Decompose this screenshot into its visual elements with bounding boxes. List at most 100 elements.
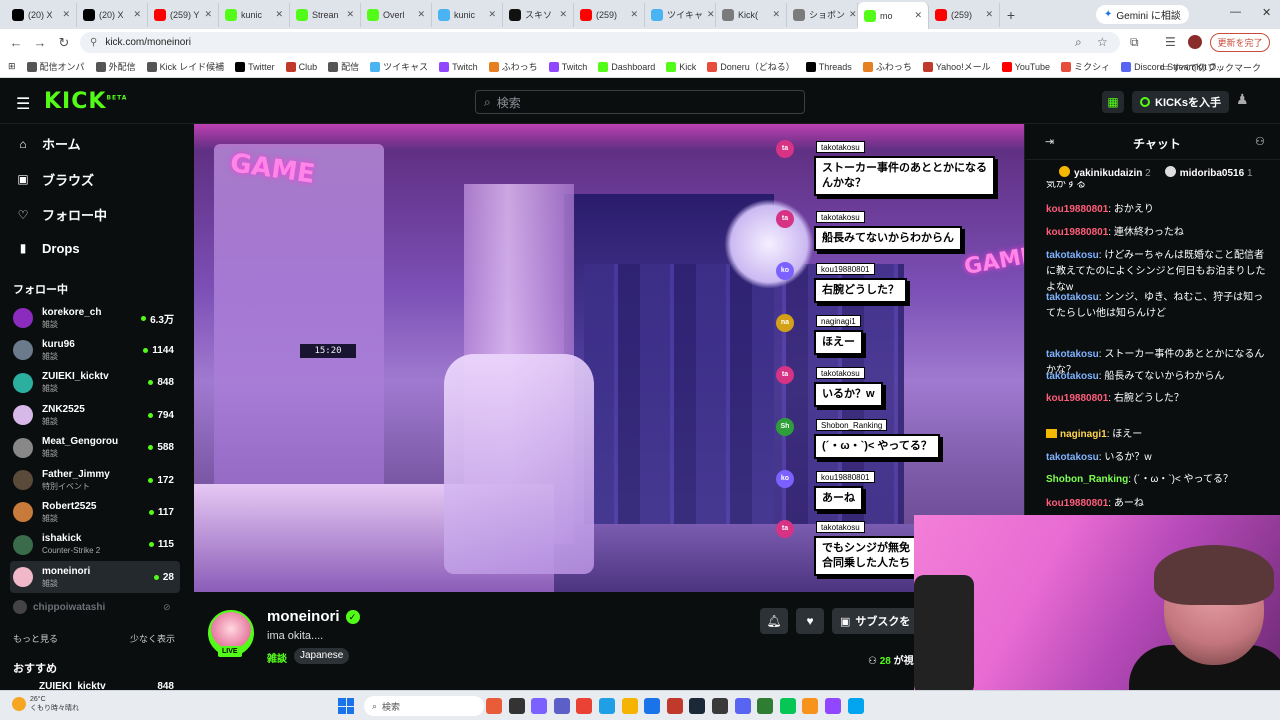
chat-username[interactable]: takotakosu [1046, 250, 1099, 261]
extensions-icon[interactable]: ⧉ [1130, 35, 1139, 50]
profile-avatar[interactable] [1188, 35, 1202, 49]
bookmark-item[interactable]: 外配信 [95, 60, 136, 73]
bookmark-item[interactable]: 配信オンパ [26, 60, 85, 73]
close-tab-icon[interactable]: ✕ [772, 9, 780, 20]
store-icon[interactable] [644, 698, 661, 714]
bookmark-item[interactable]: ツイキャス [370, 60, 428, 73]
explorer-icon[interactable] [621, 698, 638, 714]
app-icon[interactable] [802, 698, 819, 714]
edge-icon[interactable] [599, 698, 615, 714]
forward-icon[interactable]: → [28, 35, 52, 50]
minimize-icon[interactable]: — [1230, 6, 1241, 18]
bookmark-item[interactable]: 配信 [328, 60, 359, 73]
all-bookmarks[interactable]: ▭ すべてのブックマーク [1160, 61, 1261, 74]
supporter-2[interactable]: midoriba0516 1 [1164, 166, 1253, 179]
browser-tab[interactable]: (20) X ✕ [77, 2, 148, 27]
supporter-1[interactable]: yakinikudaizin 2 [1059, 166, 1151, 179]
show-less-link[interactable]: 少なく表示 [130, 632, 175, 645]
bookmark-item[interactable]: YouTube [1001, 61, 1050, 72]
chrome-icon[interactable] [576, 698, 593, 714]
apps-icon[interactable]: ⊞ [8, 61, 16, 72]
stream-category[interactable]: 雑談 [267, 650, 287, 665]
chat-username[interactable]: kou19880801 [1046, 227, 1108, 238]
browser-tab[interactable]: Overl ✕ [361, 2, 432, 27]
teams-icon[interactable] [553, 698, 570, 714]
bookmark-item[interactable]: Threads [805, 61, 852, 72]
bookmark-item[interactable]: ふわっち [488, 60, 538, 73]
streamer-name[interactable]: moneinori [267, 608, 340, 625]
gemini-button[interactable]: ✦ Gemini に相談 [1096, 5, 1189, 24]
browser-tab[interactable]: (259) ✕ [929, 2, 1000, 27]
close-tab-icon[interactable]: ✕ [914, 10, 922, 21]
nav-item[interactable]: ▣ ブラウズ [16, 170, 94, 189]
weather-widget[interactable]: 26°C くもり時々晴れ [12, 695, 79, 713]
following-channel[interactable]: Robert2525 雑談 117 [10, 496, 180, 528]
browser-tab[interactable]: (259) ✕ [574, 2, 645, 27]
search-input[interactable]: ⌕ 検索 [475, 90, 805, 114]
following-channel[interactable]: Father_Jimmy 特別イベント 172 [10, 464, 180, 496]
follow-heart-icon[interactable]: ♥ [796, 608, 824, 634]
record-icon[interactable] [666, 698, 683, 714]
widget-icon[interactable] [486, 698, 502, 714]
nav-item[interactable]: ▮ Drops [16, 241, 80, 256]
user-menu-icon[interactable]: ♟ [1236, 91, 1252, 111]
close-tab-icon[interactable]: ✕ [849, 9, 857, 20]
chat-username[interactable]: takotakosu [1046, 292, 1099, 303]
bookmark-item[interactable]: Kick [666, 61, 696, 72]
browser-tab[interactable]: kunic ✕ [432, 2, 503, 27]
file-icon[interactable] [508, 698, 525, 714]
back-icon[interactable]: ← [4, 35, 28, 50]
offline-channel[interactable]: chippoiwatashi [13, 600, 105, 614]
video-player[interactable]: GAME GAME 15:20 ta takotakosu ストーカー事件のあととか… [194, 124, 1024, 592]
chat-username[interactable]: takotakosu [1046, 371, 1099, 382]
bookmark-item[interactable]: Yahoo!メール [922, 60, 991, 73]
browser-tab[interactable]: スキソ ✕ [503, 2, 574, 27]
close-tab-icon[interactable]: ✕ [204, 9, 212, 20]
close-tab-icon[interactable]: ✕ [346, 9, 354, 20]
close-tab-icon[interactable]: ✕ [630, 9, 638, 20]
recommended-item[interactable]: ZUIEKI_kicktv 848 [13, 681, 178, 690]
bookmark-item[interactable]: Kick レイド候補 [146, 60, 224, 73]
bookmark-item[interactable]: ふわっち [862, 60, 912, 73]
close-tab-icon[interactable]: ✕ [985, 9, 993, 20]
twitch-icon[interactable] [825, 698, 841, 714]
notification-bell-icon[interactable]: 🔔︎ [760, 608, 788, 634]
browser-tab[interactable]: ツイキャ ✕ [645, 2, 716, 27]
kick-store-icon[interactable]: ▦ [1102, 91, 1124, 113]
following-channel[interactable]: ZUIEKI_kicktv 雑談 848 [10, 367, 180, 399]
show-more-link[interactable]: もっと見る [13, 632, 58, 645]
chat-username[interactable]: kou19880801 [1046, 204, 1108, 215]
bookmark-item[interactable]: ミクシィ [1061, 60, 1110, 73]
kick-logo[interactable]: KICKBETA [44, 89, 127, 114]
close-tab-icon[interactable]: ✕ [417, 9, 425, 20]
following-channel[interactable]: ishakick Counter-Strike 2 115 [10, 529, 180, 561]
collapse-chat-icon[interactable]: ⇥ [1045, 135, 1054, 148]
browser-tab[interactable]: (259) Y ✕ [148, 2, 219, 27]
bookmark-item[interactable]: Doneru（どねる） [707, 60, 795, 73]
following-channel[interactable]: moneinori 雑談 28 [10, 561, 180, 594]
bookmark-item[interactable]: Twitch [548, 61, 587, 72]
close-tab-icon[interactable]: ✕ [488, 9, 496, 20]
browser-tab[interactable]: (20) X ✕ [6, 2, 77, 27]
line-icon[interactable] [779, 698, 796, 714]
obs-icon[interactable] [712, 698, 728, 714]
bookmark-item[interactable]: Club [285, 61, 317, 72]
url-field[interactable]: ⚲ kick.com/moneinori [80, 32, 1120, 53]
app2-icon[interactable] [847, 698, 864, 714]
browser-tab[interactable]: Kick(✕ [716, 2, 787, 27]
chat-username[interactable]: naginagi1 [1060, 429, 1107, 440]
site-info-icon[interactable]: ⚲ [90, 37, 97, 48]
browser-tab[interactable]: Strean ✕ [290, 2, 361, 27]
update-button[interactable]: 更新を完了 [1210, 33, 1270, 52]
close-window-icon[interactable]: ✕ [1262, 6, 1271, 19]
steam-icon[interactable] [689, 698, 706, 714]
chat-users-icon[interactable]: ⚇ [1255, 135, 1265, 148]
subscribe-button[interactable]: ▣ サブスクを [832, 608, 922, 634]
browser-tab[interactable]: kunic ✕ [219, 2, 290, 27]
new-tab-icon[interactable]: + [1000, 7, 1022, 23]
browser-tab[interactable]: ショボン ✕ [787, 2, 858, 27]
get-kicks-button[interactable]: KICKsを入手 [1132, 91, 1230, 113]
following-channel[interactable]: ZNK2525 雑談 794 [10, 399, 180, 431]
chat-username[interactable]: takotakosu [1046, 452, 1099, 463]
menu-icon[interactable]: ☰ [16, 94, 30, 114]
